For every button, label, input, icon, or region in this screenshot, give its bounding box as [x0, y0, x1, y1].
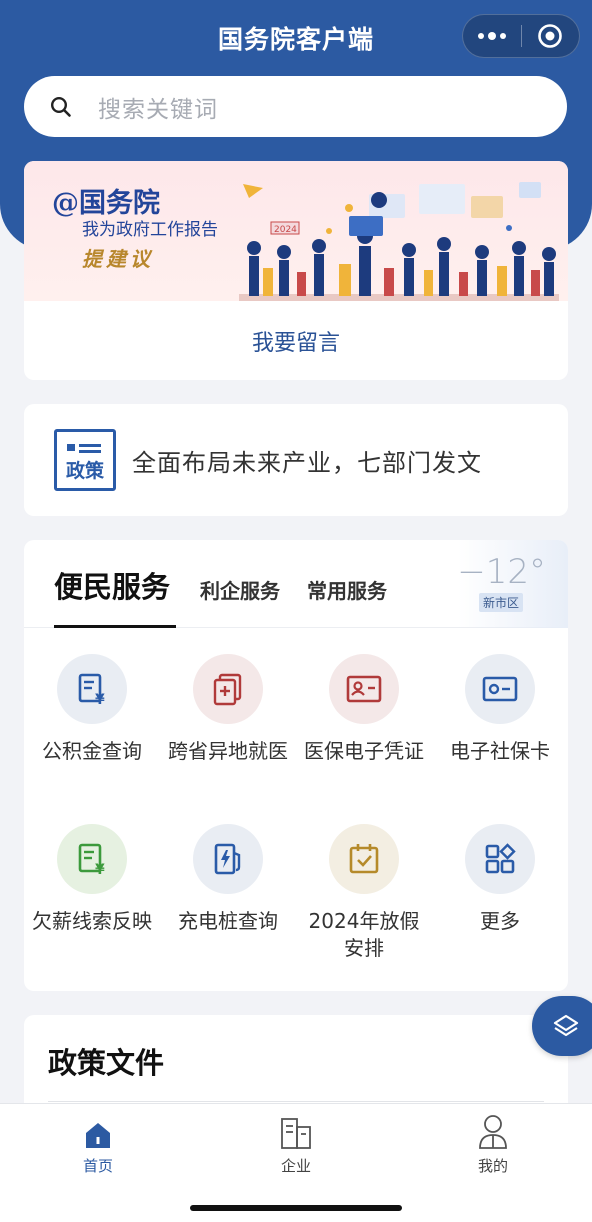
- wage-receipt-icon: ¥: [57, 824, 127, 894]
- leave-message-button[interactable]: 我要留言: [24, 301, 568, 380]
- tab-convenience-services[interactable]: 便民服务: [54, 564, 170, 606]
- weather-temperature: −12°: [457, 552, 546, 592]
- social-card-icon: [465, 654, 535, 724]
- search-bar[interactable]: 搜索关键词: [24, 76, 567, 137]
- layers-icon: [553, 1014, 579, 1037]
- services-card: 便民服务 利企服务 常用服务 −12° 新市区 ¥ 公积金查询 跨省异地就医 医…: [24, 540, 568, 991]
- weather-widget[interactable]: −12° 新市区: [457, 540, 568, 628]
- service-item-more[interactable]: 更多: [432, 824, 568, 935]
- weather-location: 新市区: [478, 593, 523, 612]
- tab-common-services[interactable]: 常用服务: [307, 575, 387, 604]
- mini-program-capsule: [462, 14, 580, 58]
- search-placeholder: 搜索关键词: [98, 96, 218, 123]
- svg-text:¥: ¥: [95, 692, 105, 707]
- home-indicator: [190, 1205, 402, 1211]
- floating-layers-button[interactable]: [532, 996, 592, 1056]
- target-icon: [538, 24, 563, 48]
- service-item-social-security-card[interactable]: 电子社保卡: [432, 654, 568, 765]
- building-icon: [281, 1118, 311, 1149]
- tab-enterprise[interactable]: 企业: [236, 1114, 356, 1176]
- fund-receipt-icon: ¥: [57, 654, 127, 724]
- service-item-label: 公积金查询: [42, 739, 142, 763]
- home-icon: [86, 1123, 110, 1148]
- news-headline[interactable]: 全面布局未来产业，七部门发文: [132, 443, 482, 478]
- tab-home[interactable]: 首页: [38, 1114, 158, 1176]
- calendar-check-icon: [329, 824, 399, 894]
- policy-news-card[interactable]: 政策 全面布局未来产业，七部门发文: [24, 404, 568, 516]
- service-item-medical-insurance-voucher[interactable]: 医保电子凭证: [296, 654, 432, 765]
- svg-text:¥: ¥: [95, 862, 105, 877]
- id-card-icon: [329, 654, 399, 724]
- service-item-label: 跨省异地就医: [168, 739, 288, 763]
- service-item-label: 欠薪线索反映: [32, 909, 152, 933]
- policy-section-title: 政策文件: [48, 1046, 165, 1080]
- divider: [48, 1101, 544, 1102]
- banner-cta-text: 提建议: [82, 247, 154, 271]
- tab-mine-label: 我的: [477, 1157, 508, 1175]
- service-item-charging-pile[interactable]: 充电桩查询: [160, 824, 296, 935]
- more-dots-icon: [477, 32, 506, 40]
- service-item-label: 2024年放假安排: [308, 909, 420, 960]
- service-tabs: 便民服务 利企服务 常用服务 −12° 新市区: [24, 540, 568, 628]
- service-item-housing-fund[interactable]: ¥ 公积金查询: [24, 654, 160, 765]
- service-item-label: 电子社保卡: [450, 739, 550, 763]
- banner-subline: 我为政府工作报告: [82, 220, 218, 240]
- service-item-label: 充电桩查询: [178, 909, 278, 933]
- more-button[interactable]: [463, 14, 521, 58]
- policy-news-icon: 政策: [54, 429, 116, 491]
- charging-pile-icon: [193, 824, 263, 894]
- title-bar: 国务院客户端: [0, 0, 592, 74]
- service-item-cross-province-medical[interactable]: 跨省异地就医: [160, 654, 296, 765]
- suggestion-banner-card[interactable]: @国务院 我为政府工作报告 提建议 2024 我要留言: [24, 161, 568, 380]
- active-tab-indicator: [54, 625, 176, 628]
- service-item-label: 更多: [480, 909, 520, 933]
- service-item-wage-arrears[interactable]: ¥ 欠薪线索反映: [24, 824, 160, 935]
- banner-illustration: 2024: [239, 182, 559, 301]
- service-item-holiday-schedule[interactable]: 2024年放假安排: [296, 824, 432, 962]
- grid-more-icon: [465, 824, 535, 894]
- tab-home-label: 首页: [82, 1157, 113, 1175]
- banner-image[interactable]: @国务院 我为政府工作报告 提建议 2024: [24, 161, 568, 301]
- tab-mine[interactable]: 我的: [433, 1114, 553, 1176]
- tab-enterprise-label: 企业: [280, 1157, 311, 1175]
- policy-news-icon-label: 政策: [65, 460, 104, 482]
- service-item-label: 医保电子凭证: [304, 739, 424, 763]
- medical-doc-icon: [193, 654, 263, 724]
- user-icon: [479, 1115, 507, 1149]
- svg-text:2024: 2024: [274, 225, 297, 235]
- close-mini-program-button[interactable]: [521, 14, 579, 58]
- tab-business-services[interactable]: 利企服务: [200, 575, 280, 604]
- search-icon: [50, 96, 71, 117]
